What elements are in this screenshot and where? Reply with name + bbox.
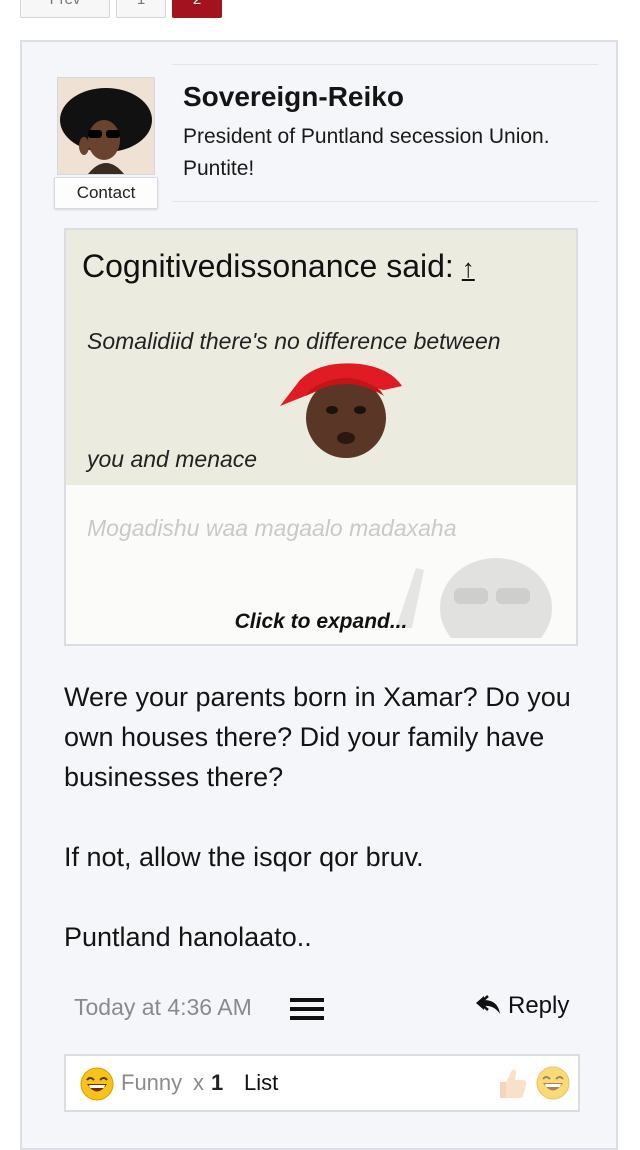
post-paragraph: Were your parents born in Xamar? Do you … [64, 682, 571, 792]
post-timestamp[interactable]: Today at 4:36 AM [74, 994, 252, 1021]
page-1-button[interactable]: 1 [116, 0, 166, 18]
post-paragraph: Puntland hanolaato.. [64, 922, 312, 952]
quote-faded-line: Mogadishu waa magaalo madaxaha [87, 515, 457, 541]
avatar[interactable] [57, 77, 155, 175]
laughing-emoji-icon [80, 1067, 114, 1101]
quote-author: Cognitivedissonance said: [82, 248, 454, 284]
bandana-emoji-icon [280, 363, 402, 458]
reply-arrow-icon [476, 995, 500, 1014]
click-to-expand-link[interactable]: Click to expand... [66, 610, 576, 634]
laughing-emoji-icon[interactable] [536, 1066, 570, 1100]
reactions-bar: Funny x 1 List [64, 1054, 580, 1112]
user-info: Sovereign-Reiko President of Puntland se… [172, 64, 598, 202]
quote-line-2: you and menace [87, 446, 258, 472]
contact-button[interactable]: Contact [54, 177, 158, 209]
username-link[interactable]: Sovereign-Reiko [183, 81, 404, 113]
reaction-list-link[interactable]: List [244, 1070, 278, 1096]
post-paragraph: If not, allow the isqor qor bruv. [64, 842, 424, 872]
quote-block: Cognitivedissonance said: ↑ Somalidiid th… [64, 228, 578, 646]
quote-line-1: Somalidiid there's no difference between [87, 328, 501, 354]
reaction-multiplier: x [193, 1070, 204, 1095]
thumbs-up-icon[interactable] [496, 1066, 528, 1100]
forum-post: Contact Sovereign-Reiko President of Pun… [20, 40, 618, 1150]
current-page-button[interactable]: 2 [172, 0, 222, 18]
reaction-count: 1 [211, 1070, 224, 1095]
reply-label: Reply [508, 992, 570, 1019]
avatar-image [58, 78, 154, 174]
reply-button[interactable]: Reply [474, 992, 569, 1020]
jump-to-quote-icon[interactable]: ↑ [462, 253, 475, 283]
user-title: President of Puntland secession Union. P… [183, 125, 550, 180]
post-body: Were your parents born in Xamar? Do you … [64, 677, 584, 957]
prev-page-button[interactable]: Prev [20, 0, 110, 18]
hamburger-icon[interactable] [290, 998, 324, 1022]
reaction-type[interactable]: Funny [121, 1070, 182, 1096]
quote-attribution: Cognitivedissonance said: ↑ [82, 248, 475, 285]
